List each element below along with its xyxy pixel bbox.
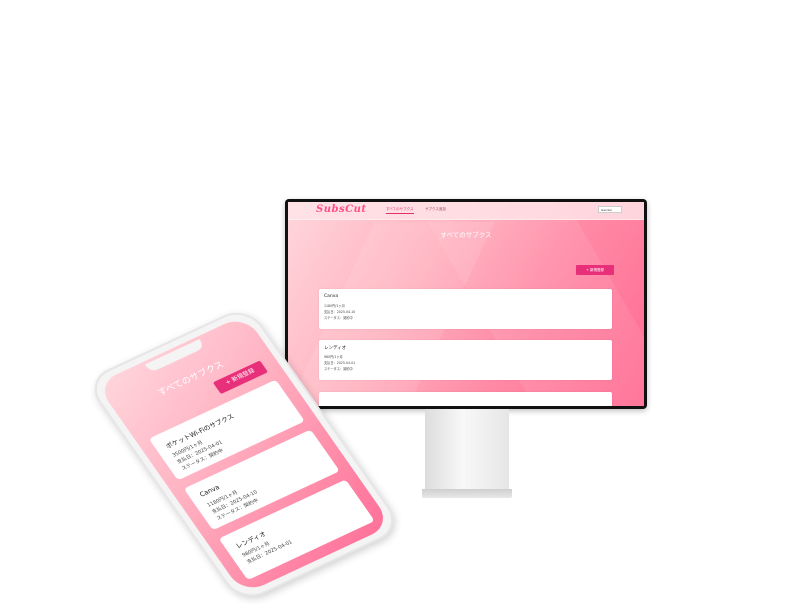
page-title: すべてのサブクス	[440, 231, 492, 239]
card-paydate: 支払日：2025-04-10	[324, 310, 356, 314]
desktop-monitor: SubsCut すべてのサブクス サブクス追加 Gender すべてのサブクス …	[285, 199, 647, 409]
subscription-card[interactable]: Canva 1180円/1ヶ月 支払日：2025-04-10 ステータス：契約中	[319, 289, 612, 329]
card-price: 1180円/1ヶ月	[324, 304, 345, 308]
tab-add-subscription[interactable]: サブクス追加	[425, 207, 446, 212]
monitor-stand-neck	[425, 409, 509, 491]
desktop-screen: SubsCut すべてのサブクス サブクス追加 Gender すべてのサブクス …	[288, 202, 644, 406]
card-paydate: 支払日：2025-04-01	[324, 361, 356, 365]
monitor-stand-foot	[422, 489, 512, 498]
card-title: レンディオ	[324, 346, 347, 351]
subscription-card[interactable]: レンディオ 980円/1ヶ月 支払日：2025-04-01 ステータス：契約中	[319, 340, 612, 380]
gender-select[interactable]: Gender	[598, 206, 622, 213]
card-status: ステータス：契約中	[324, 367, 353, 371]
card-title: Canva	[324, 294, 339, 299]
add-subscription-button[interactable]: + 新規登録	[576, 265, 614, 275]
gender-select-value: Gender	[601, 208, 613, 212]
tab-all-subscriptions[interactable]: すべてのサブクス	[386, 207, 414, 214]
card-status: ステータス：契約中	[324, 316, 353, 320]
top-nav-bar: SubsCut すべてのサブクス サブクス追加 Gender	[288, 202, 644, 220]
card-price: 980円/1ヶ月	[324, 355, 343, 359]
subscription-card-partial[interactable]	[319, 392, 612, 406]
app-logo[interactable]: SubsCut	[316, 204, 366, 215]
